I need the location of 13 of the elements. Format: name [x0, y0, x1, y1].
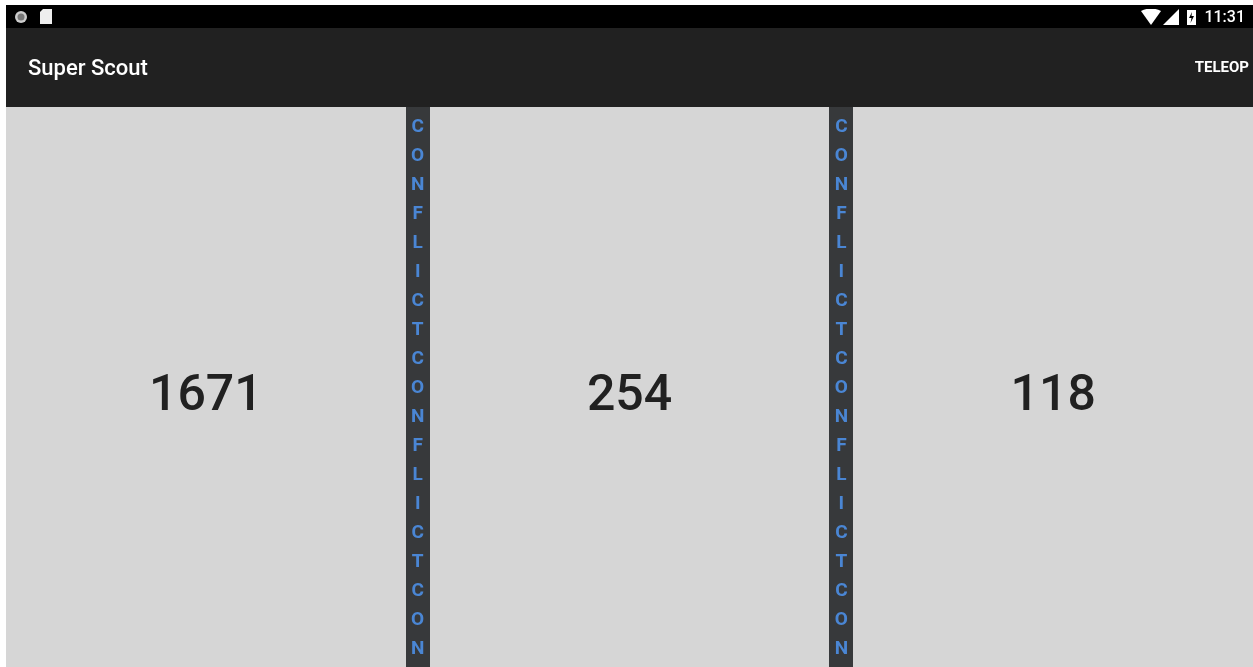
team-number[interactable]: 254: [586, 355, 673, 431]
wifi-icon: [1141, 8, 1162, 25]
team-number[interactable]: 1671: [149, 355, 263, 431]
app-title: Super Scout: [28, 54, 148, 82]
teleop-button[interactable]: TELEOP: [1194, 56, 1249, 79]
conflict-label: CONFLICTCONFLICTCON: [833, 113, 849, 661]
record-icon: [14, 9, 28, 24]
battery-icon: [1187, 8, 1197, 25]
signal-icon: [1163, 8, 1180, 25]
status-time: 11:31: [1204, 5, 1245, 28]
team-number[interactable]: 118: [1010, 355, 1096, 431]
conflict-label: CONFLICTCONFLICTCON: [410, 113, 426, 661]
sd-card-icon: [40, 9, 52, 24]
